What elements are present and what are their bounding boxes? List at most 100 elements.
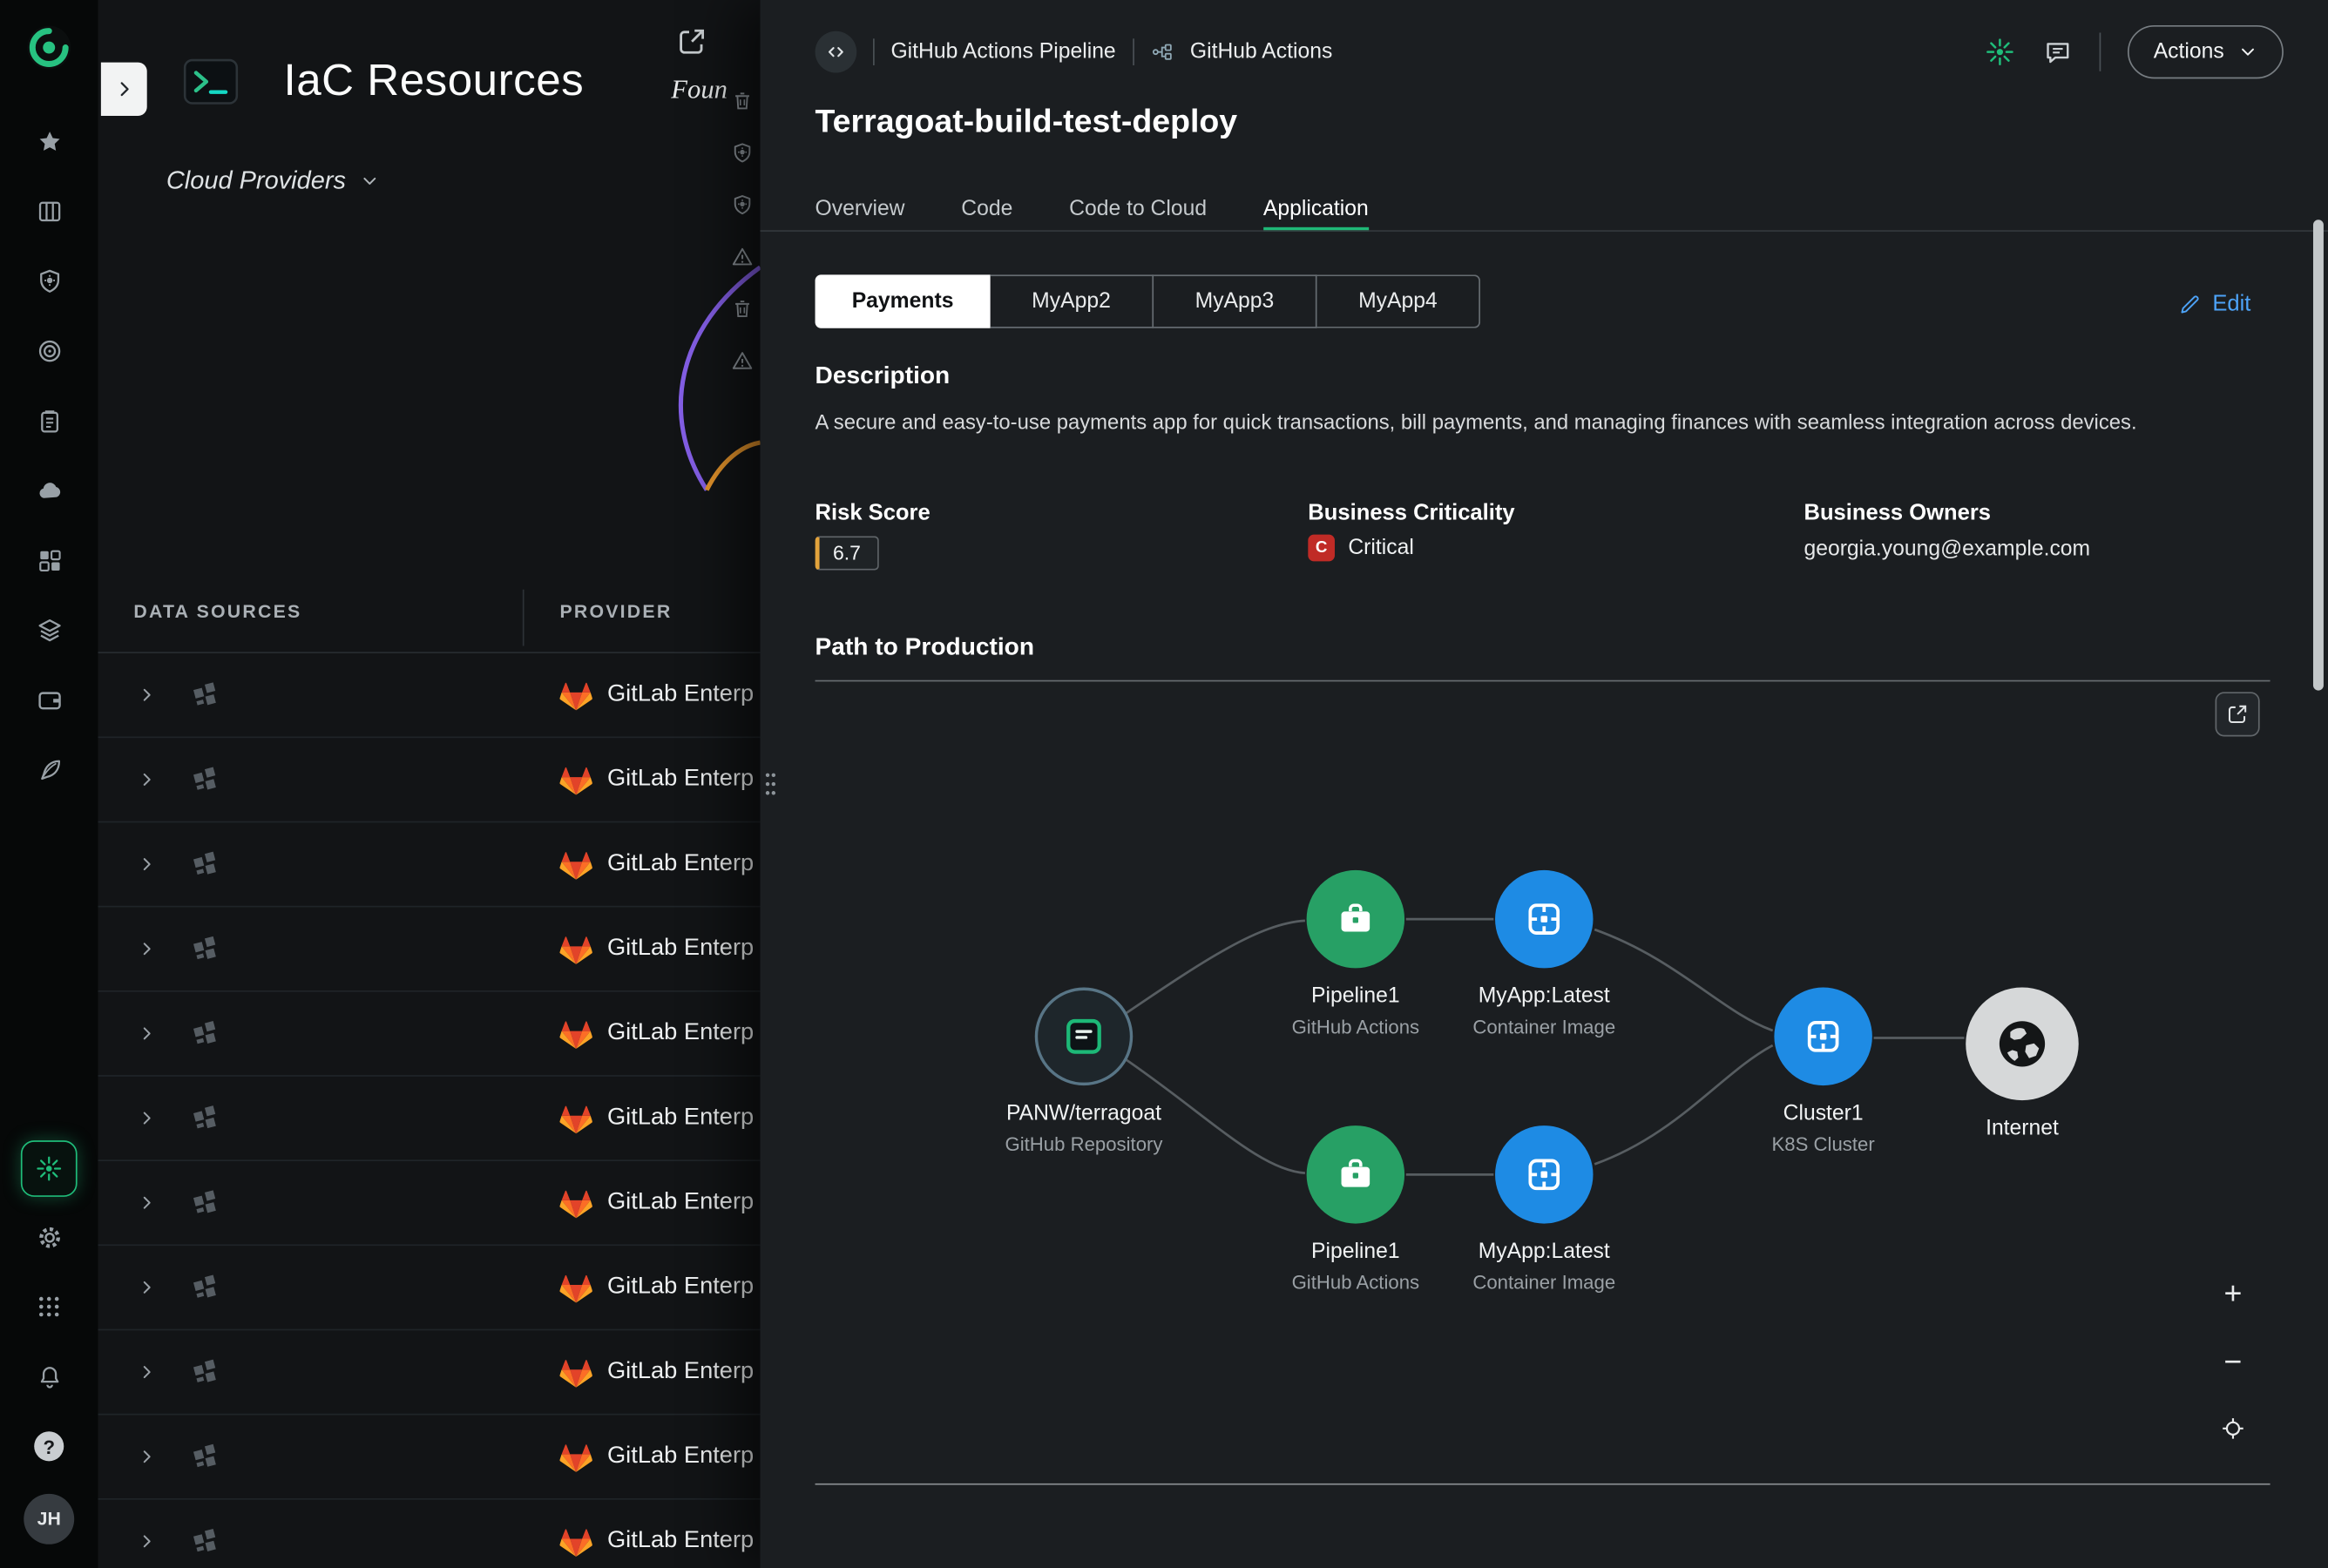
notifications-button[interactable] xyxy=(19,1348,78,1405)
recenter-button[interactable] xyxy=(2212,1408,2254,1450)
description-text: A secure and easy-to-use payments app fo… xyxy=(815,409,2137,433)
sidebar-expand-button[interactable] xyxy=(101,63,147,116)
row-expand-chevron[interactable] xyxy=(137,769,158,790)
node-type: GitHub Actions xyxy=(1292,1013,1420,1041)
nav-layers[interactable] xyxy=(19,601,78,658)
module-stack-icon xyxy=(190,1355,222,1389)
nav-vulnerabilities[interactable] xyxy=(19,253,78,309)
star-icon xyxy=(35,127,63,155)
row-expand-chevron[interactable] xyxy=(137,854,158,875)
gitlab-icon xyxy=(559,849,592,882)
app-tab-myapp2[interactable]: MyApp2 xyxy=(991,274,1154,328)
nav-compliance[interactable] xyxy=(19,392,78,449)
description-heading: Description xyxy=(815,362,951,390)
edit-button[interactable]: Edit xyxy=(2178,291,2250,316)
target-icon xyxy=(35,336,63,364)
trash-icon[interactable] xyxy=(730,297,754,321)
graph-node-image-top[interactable]: MyApp:Latest Container Image xyxy=(1425,870,1663,1041)
breadcrumb-pipeline[interactable]: GitHub Actions Pipeline xyxy=(890,40,1115,64)
app-switcher-button[interactable] xyxy=(19,1279,78,1335)
container-image-icon xyxy=(1523,898,1565,940)
alert-triangle-icon[interactable] xyxy=(730,245,754,268)
nav-wallet[interactable] xyxy=(19,671,78,727)
row-expand-chevron[interactable] xyxy=(137,938,158,959)
provider-name: GitLab Enterp xyxy=(607,1020,754,1047)
row-expand-chevron[interactable] xyxy=(137,685,158,706)
row-expand-chevron[interactable] xyxy=(137,1277,158,1298)
graph-node-image-bottom[interactable]: MyApp:Latest Container Image xyxy=(1425,1125,1663,1296)
nav-cloud[interactable] xyxy=(19,462,78,518)
nav-active-scan-module[interactable] xyxy=(21,1140,78,1197)
code-button[interactable] xyxy=(815,31,857,73)
tab-application[interactable]: Application xyxy=(1263,196,1369,223)
section-divider xyxy=(815,680,2270,682)
modules-icon xyxy=(35,545,63,573)
provider-name: GitLab Enterp xyxy=(607,1359,754,1386)
graph-node-repository[interactable]: PANW/terragoat GitHub Repository xyxy=(965,988,1203,1159)
app-tab-payments[interactable]: Payments xyxy=(815,274,991,328)
nav-favorites[interactable] xyxy=(19,113,78,170)
tabs-divider xyxy=(760,230,2328,232)
prisma-cloud-logo[interactable] xyxy=(23,21,76,74)
row-expand-chevron[interactable] xyxy=(137,1362,158,1382)
comments-button[interactable] xyxy=(2044,37,2074,67)
module-stack-icon xyxy=(190,1440,222,1473)
user-avatar[interactable]: JH xyxy=(24,1494,74,1544)
row-expand-chevron[interactable] xyxy=(137,1446,158,1467)
node-name: Pipeline1 xyxy=(1311,1237,1400,1268)
gitlab-icon xyxy=(559,1018,592,1051)
tab-code-to-cloud[interactable]: Code to Cloud xyxy=(1069,196,1207,223)
actions-button[interactable]: Actions xyxy=(2128,25,2284,78)
risk-score-badge: 6.7 xyxy=(815,536,879,570)
node-name: MyApp:Latest xyxy=(1479,1237,1610,1268)
row-expand-chevron[interactable] xyxy=(137,1023,158,1044)
scan-status-button[interactable] xyxy=(1984,36,2016,69)
graph-node-internet[interactable]: Internet xyxy=(1904,988,2142,1146)
nav-dashboards[interactable] xyxy=(19,183,78,240)
app-tab-myapp4[interactable]: MyApp4 xyxy=(1317,274,1480,328)
scrollbar-thumb[interactable] xyxy=(2313,220,2324,690)
alert-triangle-icon[interactable] xyxy=(730,349,754,373)
provider-name: GitLab Enterp xyxy=(607,767,754,794)
breadcrumb-source[interactable]: GitHub Actions xyxy=(1190,40,1332,64)
shield-icon[interactable] xyxy=(730,193,754,217)
trash-icon[interactable] xyxy=(730,89,754,112)
layers-icon xyxy=(35,616,63,644)
row-expand-chevron[interactable] xyxy=(137,1193,158,1213)
help-button[interactable]: ? xyxy=(19,1418,78,1475)
app-tab-myapp3[interactable]: MyApp3 xyxy=(1154,274,1316,328)
tab-overview[interactable]: Overview xyxy=(815,196,905,223)
crosshair-icon xyxy=(2220,1415,2247,1442)
app-logo-icon xyxy=(25,24,73,71)
open-in-new-button[interactable] xyxy=(675,21,717,63)
gitlab-icon xyxy=(559,1442,592,1475)
github-repository-icon xyxy=(1060,1013,1108,1061)
provider-name: GitLab Enterp xyxy=(607,1528,754,1555)
gitlab-icon xyxy=(559,1188,592,1221)
gitlab-icon xyxy=(559,1526,592,1559)
pencil-icon xyxy=(2178,292,2202,315)
row-expand-chevron[interactable] xyxy=(137,1531,158,1551)
module-stack-icon xyxy=(190,1186,222,1220)
node-type: GitHub Actions xyxy=(1292,1268,1420,1296)
module-stack-icon xyxy=(190,848,222,881)
workflow-icon xyxy=(1150,40,1174,64)
tab-code[interactable]: Code xyxy=(961,196,1012,223)
column-provider: PROVIDER xyxy=(559,601,672,622)
zoom-out-button[interactable]: − xyxy=(2212,1342,2254,1384)
row-expand-chevron[interactable] xyxy=(137,1108,158,1129)
divider xyxy=(1132,38,1134,65)
filter-label: Cloud Providers xyxy=(166,166,346,196)
module-stack-icon xyxy=(190,1271,222,1304)
zoom-in-button[interactable]: + xyxy=(2212,1274,2254,1316)
nav-authoring[interactable] xyxy=(19,741,78,798)
column-data-sources: DATA SOURCES xyxy=(133,601,301,622)
divider xyxy=(2100,33,2101,71)
nav-attack-surface[interactable] xyxy=(19,322,78,379)
settings-button[interactable] xyxy=(19,1209,78,1266)
nav-modules[interactable] xyxy=(19,531,78,588)
shield-icon[interactable] xyxy=(730,141,754,165)
cloud-providers-filter[interactable]: Cloud Providers xyxy=(166,166,380,196)
provider-name: GitLab Enterp xyxy=(607,851,754,878)
resource-detail-panel: GitHub Actions Pipeline GitHub Actions A… xyxy=(760,0,2328,1568)
